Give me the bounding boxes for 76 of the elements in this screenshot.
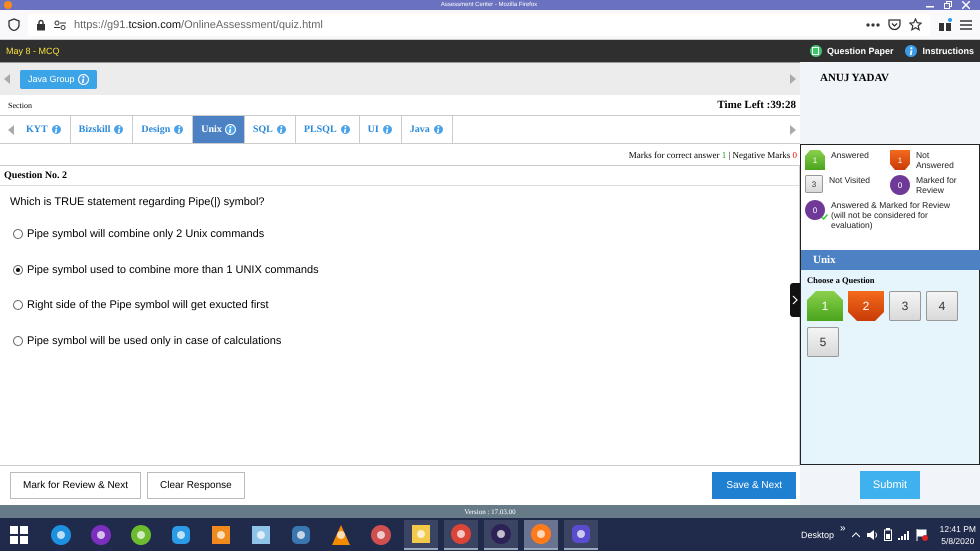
permissions-icon[interactable] <box>54 20 66 30</box>
chevron-up-icon[interactable] <box>852 532 860 538</box>
palette-section-title: Unix <box>813 254 836 266</box>
legend-label: Marked for Review <box>916 175 958 195</box>
section-tab[interactable]: UI <box>360 116 402 143</box>
time-left: Time Left :39:28 <box>717 99 796 111</box>
notification-flag-icon[interactable] <box>916 528 928 540</box>
info-icon <box>50 124 62 135</box>
candidate-name: ANUJ YADAV <box>820 72 889 84</box>
question-text: Which is TRUE statement regarding Pipe(|) symbol? <box>10 196 266 208</box>
section-tab[interactable]: PLSQL <box>296 116 360 143</box>
legend-label: Answered <box>831 150 869 160</box>
status-badge: 1 <box>890 150 910 170</box>
info-icon <box>113 124 124 135</box>
section-tab[interactable]: KYT <box>18 116 71 143</box>
status-badge: 1 <box>805 150 825 170</box>
pocket-icon[interactable] <box>888 18 901 30</box>
question-button[interactable]: 4 <box>926 291 958 321</box>
status-badge: 3 <box>805 175 823 193</box>
save-next-button[interactable]: Save & Next <box>712 472 796 499</box>
radio-button[interactable] <box>13 229 23 239</box>
section-label: Section <box>8 100 32 110</box>
section-tab[interactable]: Java <box>402 116 453 143</box>
radio-button[interactable] <box>13 264 23 274</box>
info-icon <box>432 124 444 135</box>
radio-button[interactable] <box>13 300 23 310</box>
info-icon <box>905 45 918 57</box>
start-icon[interactable] <box>10 526 28 544</box>
header-link[interactable]: Instructions <box>905 45 974 57</box>
restore-icon[interactable] <box>944 1 952 9</box>
option-text[interactable]: Right side of the Pipe symbol will get exucted first <box>27 299 269 311</box>
status-badge: 0 <box>805 200 825 220</box>
legend-label: Not Visited <box>829 175 870 185</box>
question-number: Question No. 2 <box>4 170 68 181</box>
palette-heading: Choose a Question <box>807 275 876 285</box>
section-tab[interactable]: Bizskill <box>70 116 134 143</box>
option-text[interactable]: Pipe symbol will combine only 2 Unix commands <box>27 228 264 240</box>
address-bar[interactable]: https://g91.tcsion.com/OnlineAssessment/quiz.html <box>28 14 930 36</box>
desktop-label[interactable]: Desktop <box>801 530 834 540</box>
question-button[interactable]: 2 <box>848 291 884 321</box>
document-icon <box>810 45 822 57</box>
section-tab[interactable]: Unix <box>193 116 245 143</box>
question-button[interactable]: 3 <box>889 291 921 321</box>
cone-icon[interactable] <box>330 524 352 546</box>
info-icon <box>340 124 351 135</box>
star-icon[interactable] <box>909 18 922 31</box>
question-button[interactable]: 5 <box>807 327 839 357</box>
volume-icon[interactable] <box>866 528 878 540</box>
signal-icon[interactable] <box>898 530 910 540</box>
option-text[interactable]: Pipe symbol will be used only in case of calculations <box>27 334 282 346</box>
header-link[interactable]: Question Paper <box>810 45 894 57</box>
marks-info: Marks for correct answer 1 | Negative Marks 0 <box>628 150 797 160</box>
battery-icon[interactable] <box>884 528 892 541</box>
status-badge: 0 <box>890 175 910 195</box>
info-icon <box>224 124 236 135</box>
info-icon <box>276 124 287 135</box>
lock-icon <box>36 18 46 30</box>
toolbar-expander[interactable]: » <box>840 523 846 534</box>
radio-button[interactable] <box>13 336 23 346</box>
shield-icon[interactable] <box>8 18 20 31</box>
collapse-handle[interactable] <box>790 283 800 317</box>
info-icon <box>382 124 393 135</box>
option-text[interactable]: Pipe symbol used to combine more than 1 UNIX commands <box>27 264 319 276</box>
clock-date[interactable]: 5/8/2020 <box>941 534 974 546</box>
info-icon <box>78 74 89 84</box>
action-button[interactable]: Clear Response <box>147 472 245 499</box>
section-tab[interactable]: SQL <box>244 116 296 143</box>
info-icon <box>173 124 184 135</box>
close-icon[interactable] <box>962 1 970 9</box>
exam-title: May 8 - MCQ <box>6 46 60 56</box>
menu-icon[interactable] <box>960 20 972 30</box>
clock-time[interactable]: 12:41 PM <box>940 522 976 534</box>
action-button[interactable]: Mark for Review & Next <box>10 472 142 499</box>
legend-label: Answered & Marked for Review (will not be considered for evaluation) <box>831 200 952 230</box>
legend-label: Not Answered <box>916 150 955 170</box>
more-icon[interactable] <box>866 22 880 26</box>
